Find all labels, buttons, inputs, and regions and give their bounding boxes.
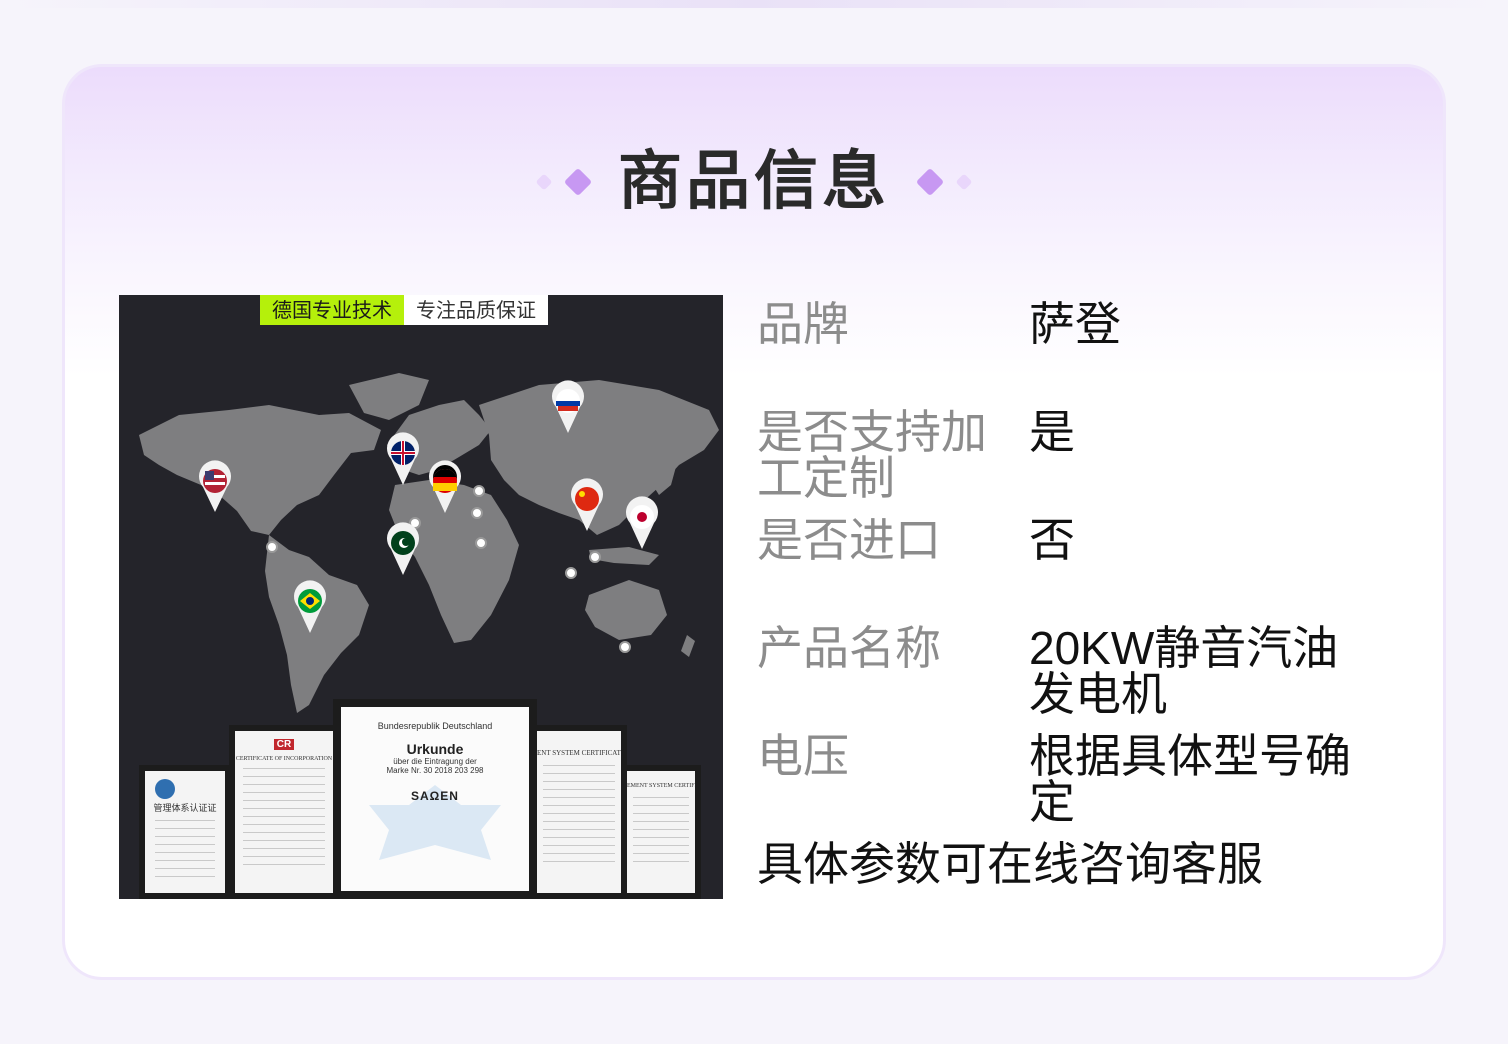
main-cert-brand: SAΩEN <box>411 789 459 803</box>
cert-text-lines <box>243 768 325 868</box>
image-banner: 德国专业技术 专注品质保证 <box>260 295 548 325</box>
certificate-left: 管理体系认证证 <box>139 765 231 899</box>
product-image: 德国专业技术 专注品质保证 管理体系认证证 CR CERTIFICATE OF … <box>119 295 723 899</box>
top-divider <box>0 0 1508 8</box>
map-dot-marker <box>589 551 601 563</box>
certificate-far-right: EMENT SYSTEM CERTIFICATE <box>621 765 701 899</box>
diamond-large-icon <box>563 167 593 197</box>
right-cert-title: ENT SYSTEM CERTIFICATE <box>537 749 626 757</box>
far-right-cert-title: EMENT SYSTEM CERTIFICATE <box>627 783 701 789</box>
map-dot-marker <box>473 485 485 497</box>
spec-value: 否 <box>1029 514 1075 566</box>
new-zealand-shape <box>681 635 695 657</box>
uk-flag-pin-icon <box>386 432 419 485</box>
north-america-shape <box>139 405 381 535</box>
spec-label: 电压 <box>757 730 849 782</box>
map-dot-marker <box>266 541 278 553</box>
map-dot-marker <box>475 537 487 549</box>
usa-flag-pin-icon <box>199 460 231 512</box>
cr-logo: CR <box>274 739 294 750</box>
left-cert-title: 管理体系认证证 <box>153 804 217 814</box>
japan-flag-pin-icon <box>626 496 658 549</box>
consult-note: 具体参数可在线咨询客服 <box>757 837 1263 891</box>
main-cert-header: Bundesrepublik Deutschland <box>377 721 493 731</box>
spec-value: 根据具体型号确定 <box>1029 730 1351 828</box>
main-cert-line1: über die Eintragung der <box>393 757 477 766</box>
map-dot-marker <box>565 567 577 579</box>
spec-label: 是否支持加工定制 <box>757 406 987 504</box>
certificate-main: Bundesrepublik Deutschland Urkunde über … <box>333 699 537 899</box>
certificate-right: ENT SYSTEM CERTIFICATE <box>531 725 627 899</box>
cert-seal-icon <box>155 779 175 799</box>
cert-text-lines <box>633 797 689 867</box>
cr-cert-title: CERTIFICATE OF INCORPORATION <box>235 756 333 762</box>
section-title: 商品信息 <box>618 145 890 219</box>
spec-label: 品牌 <box>757 298 849 350</box>
diamond-small-icon <box>955 173 973 191</box>
right-diamond-decoration <box>915 167 973 197</box>
australia-shape <box>585 580 667 640</box>
spec-value: 20KW静音汽油发电机 <box>1029 622 1339 720</box>
south-america-shape <box>265 535 369 713</box>
map-dot-marker <box>471 507 483 519</box>
diamond-large-icon <box>915 167 945 197</box>
left-diamond-decoration <box>535 167 593 197</box>
certificate-cr: CR CERTIFICATE OF INCORPORATION <box>229 725 339 899</box>
certificates-group: 管理体系认证证 CR CERTIFICATE OF INCORPORATION … <box>119 695 723 899</box>
banner-left-text: 德国专业技术 <box>260 295 404 325</box>
map-dot-marker <box>619 641 631 653</box>
spec-label: 是否进口 <box>757 514 941 566</box>
main-cert-title: Urkunde <box>406 741 464 757</box>
product-info-card: 商品信息 德国专业技术 专注品质保证 管理体系认证证 CR CERTIFICAT… <box>62 64 1446 980</box>
asia-shape <box>479 380 719 535</box>
spec-value: 萨登 <box>1029 298 1121 350</box>
spec-value: 是 <box>1029 406 1075 458</box>
spec-label: 产品名称 <box>757 622 941 674</box>
pakistan-flag-pin-icon <box>386 522 419 575</box>
diamond-small-icon <box>535 173 553 191</box>
cert-text-lines <box>543 765 615 865</box>
world-map <box>139 373 719 713</box>
cert-text-lines <box>155 820 215 880</box>
banner-right-text: 专注品质保证 <box>404 295 548 325</box>
section-header: 商品信息 <box>65 137 1443 227</box>
main-cert-line2: Marke Nr. 30 2018 203 298 <box>386 766 484 775</box>
